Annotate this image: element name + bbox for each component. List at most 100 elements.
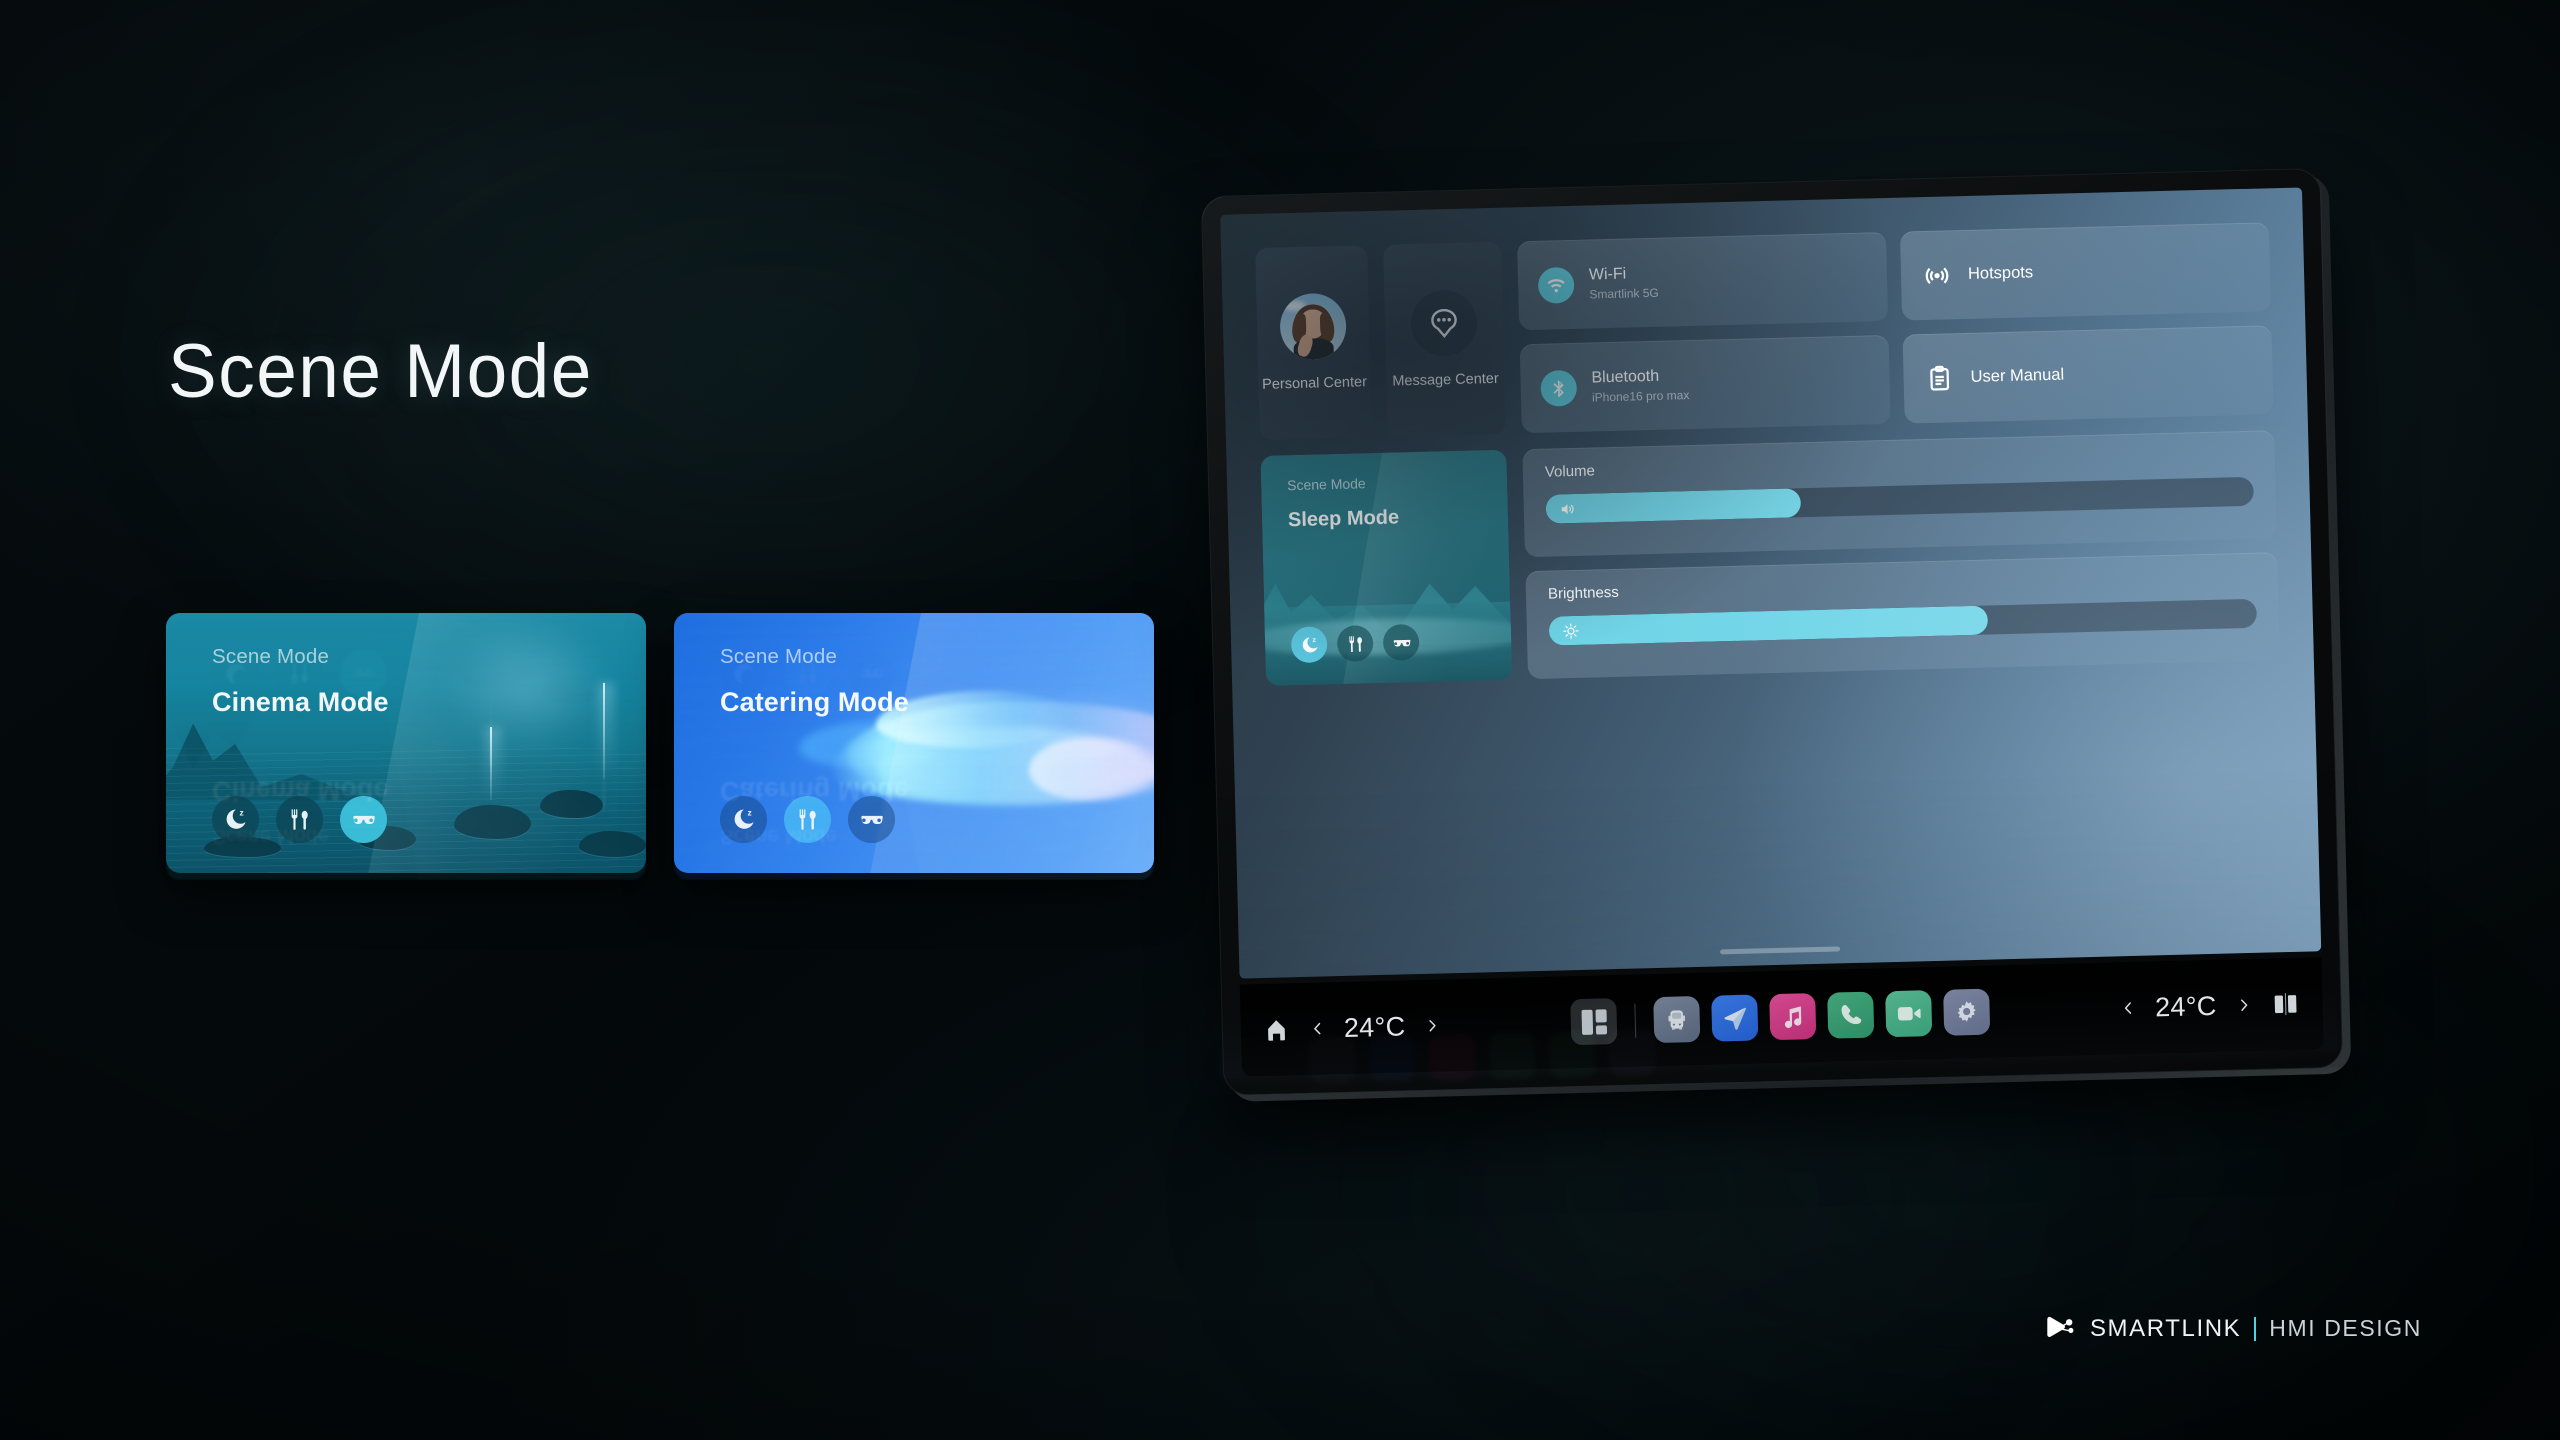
message-center-icon-wrap [1410, 289, 1478, 358]
hotspots-title: Hotspots [1967, 263, 2034, 283]
scene-tile-sleep-mode[interactable]: Scene Mode Sleep Mode z [1260, 449, 1513, 686]
sleep-icon: z [1302, 637, 1318, 652]
wifi-title: Wi-Fi [1588, 265, 1627, 284]
home-button[interactable] [1263, 1016, 1291, 1044]
sleep-icon: z [734, 807, 754, 829]
wifi-icon [1547, 278, 1565, 292]
video-app-button[interactable] [1885, 990, 1933, 1038]
phone-app-button[interactable] [1827, 991, 1875, 1039]
volume-label: Volume [1544, 462, 1596, 481]
scene-card-cinema[interactable]: Scene Mode Cinema Mode z [166, 613, 646, 873]
personal-center-tile[interactable]: Personal Center [1255, 245, 1372, 440]
navigation-app-button[interactable] [1711, 994, 1759, 1042]
cinema-glasses-icon-button[interactable] [848, 796, 895, 843]
scene-tile-title: Sleep Mode [1287, 506, 1400, 532]
home-icon [1268, 1019, 1285, 1041]
app-grid-icon [1580, 1008, 1607, 1035]
bluetooth-subtitle: iPhone16 pro max [1591, 388, 1690, 405]
brightness-slider-card: Brightness [1525, 552, 2280, 680]
temperature-decrease-button-left[interactable] [1306, 1013, 1329, 1044]
quick-setting-wifi[interactable]: Wi-Fi Smartlink 5G [1517, 231, 1889, 331]
bluetooth-icon-wrap [1540, 369, 1578, 407]
quick-setting-bluetooth[interactable]: Bluetooth iPhone16 pro max [1519, 334, 1891, 434]
brightness-slider-track[interactable] [1548, 598, 2258, 646]
scene-card-icon-row: z [212, 796, 387, 843]
scene-card-eyebrow: Scene Mode [212, 645, 330, 668]
manual-clipboard-icon [1930, 365, 1950, 391]
slider-panel: Volume Brightness [1522, 430, 2280, 680]
car-app-button[interactable] [1653, 995, 1701, 1044]
dining-icon [291, 809, 308, 830]
sleep-icon-button[interactable]: z [720, 796, 767, 843]
display-bezel: Personal Center Message Center Scene Mod… [1200, 167, 2344, 1097]
cinema-glasses-icon-button[interactable] [1382, 623, 1420, 661]
temperature-increase-button-right[interactable] [2232, 990, 2255, 1021]
temperature-decrease-button-right[interactable] [2117, 993, 2140, 1024]
cinema-glasses-icon [353, 815, 375, 824]
wifi-subtitle: Smartlink 5G [1589, 285, 1659, 302]
dining-icon [799, 809, 816, 830]
bluetooth-title: Bluetooth [1591, 367, 1660, 387]
display-screen: Personal Center Message Center Scene Mod… [1220, 187, 2322, 979]
app-grid-button[interactable] [1570, 998, 1618, 1046]
scene-card-title: Cinema Mode [212, 687, 389, 717]
svg-text:z: z [1312, 637, 1316, 644]
smartlink-logo-icon [2047, 1316, 2074, 1337]
temperature-increase-button-left[interactable] [1421, 1010, 1444, 1041]
page-title: Scene Mode [168, 329, 593, 414]
footer-branding: SMARTLINK HMI DESIGN [2044, 1312, 2422, 1345]
temperature-left: 24°C [1343, 1010, 1406, 1043]
music-note-icon [1784, 1006, 1802, 1028]
hotspot-icon-wrap [1921, 259, 1954, 292]
taskbar-divider [1634, 1003, 1637, 1038]
quick-setting-user-manual[interactable]: User Manual [1902, 325, 2274, 424]
bluetooth-icon [1553, 379, 1564, 397]
dining-icon-button[interactable] [784, 796, 831, 843]
scene-tile-icon-row: z [1290, 623, 1420, 664]
taskbar-app-group [1570, 988, 1991, 1046]
scene-card-catering[interactable]: Scene Mode Catering Mode z [674, 613, 1154, 873]
cinema-glasses-icon-button[interactable] [340, 796, 387, 843]
brightness-icon [1563, 622, 1579, 639]
dining-icon-button[interactable] [276, 796, 323, 843]
cinema-glasses-icon [1393, 639, 1410, 647]
sleep-icon: z [226, 807, 246, 829]
sleep-icon-button[interactable]: z [1290, 626, 1328, 664]
split-screen-button[interactable] [2270, 989, 2301, 1020]
volume-slider-track[interactable] [1545, 476, 2254, 524]
volume-slider-fill[interactable] [1545, 488, 1801, 524]
taskbar-left-group: 24°C [1263, 1010, 1444, 1046]
video-camera-icon [1897, 1006, 1921, 1021]
message-center-tile[interactable]: Message Center [1383, 241, 1506, 437]
user-manual-title: User Manual [1970, 365, 2065, 386]
taskbar-right-group: 24°C [2117, 988, 2301, 1024]
message-center-label: Message Center [1392, 370, 1499, 390]
music-app-button[interactable] [1769, 993, 1817, 1041]
car-icon [1668, 1010, 1686, 1030]
settings-app-button[interactable] [1943, 988, 1991, 1036]
chevron-right-icon [2240, 999, 2247, 1011]
split-screen-icon [2274, 993, 2297, 1016]
hotspot-icon [1925, 266, 1949, 284]
dining-icon-button[interactable] [1336, 625, 1374, 663]
hmi-ui: Personal Center Message Center Scene Mod… [1220, 187, 2321, 978]
chevron-left-icon [2124, 1002, 2132, 1014]
taskbar: 24°C 24°C [1239, 957, 2324, 1077]
avatar [1279, 292, 1347, 361]
brightness-label: Brightness [1547, 583, 1620, 603]
quick-setting-hotspots[interactable]: Hotspots [1899, 222, 2272, 321]
brand-name: SMARTLINK [2089, 1314, 2242, 1342]
sleep-icon-button[interactable]: z [212, 796, 259, 843]
quick-settings-grid: Wi-Fi Smartlink 5G Hotspots Bluetooth iP… [1517, 222, 2274, 434]
scene-card-icon-row: z [720, 796, 895, 843]
chevron-right-icon [1429, 1020, 1436, 1032]
brightness-slider-fill[interactable] [1548, 605, 1989, 646]
svg-text:z: z [747, 807, 751, 817]
chat-bubble-icon [1431, 308, 1457, 338]
scene-card-title: Catering Mode [720, 687, 909, 717]
svg-text:z: z [239, 807, 243, 817]
brand-subtitle: HMI DESIGN [2269, 1315, 2422, 1341]
navigation-icon [1724, 1007, 1746, 1030]
personal-center-label: Personal Center [1261, 374, 1368, 393]
temperature-right: 24°C [2154, 990, 2217, 1022]
